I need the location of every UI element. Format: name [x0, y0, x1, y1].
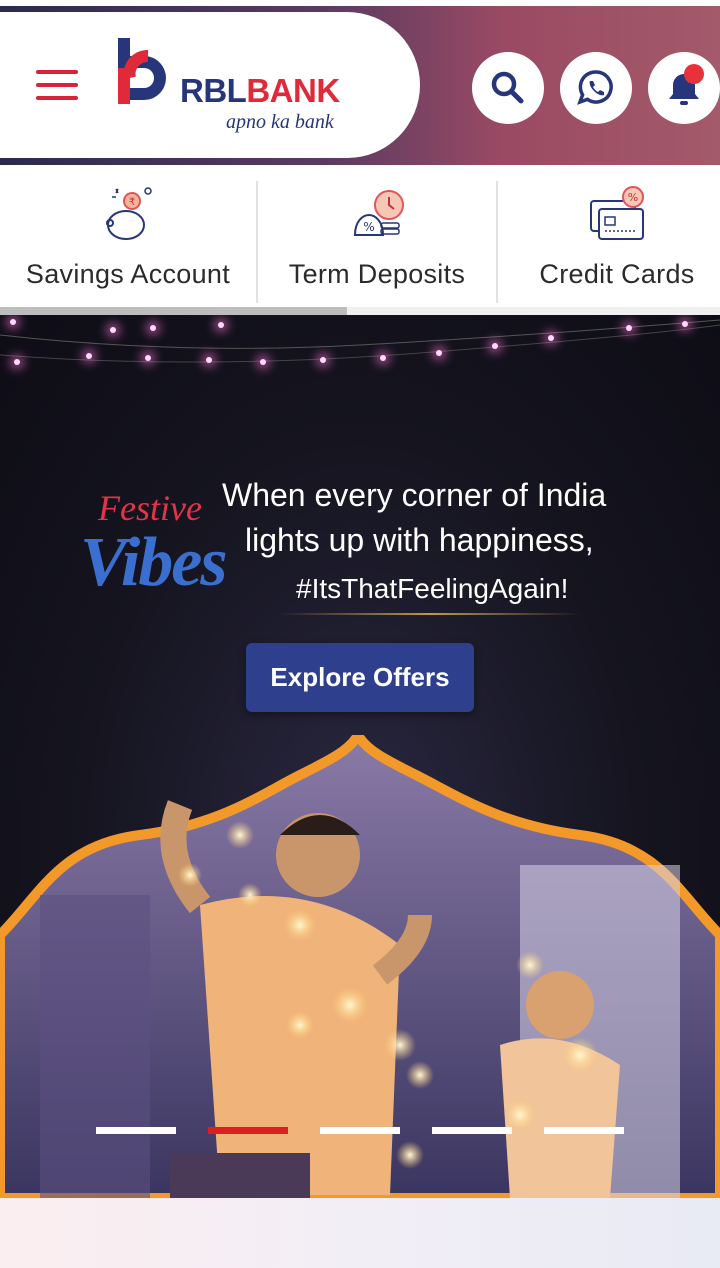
- quick-nav: ₹ Savings Account % Term Deposits % Cred…: [0, 165, 720, 315]
- carousel-indicators: [96, 1127, 636, 1135]
- whatsapp-button[interactable]: [560, 52, 632, 124]
- piggy-bank-icon: ₹: [106, 187, 152, 240]
- light-bulb: [492, 343, 498, 349]
- quick-nav-label: Credit Cards: [539, 259, 695, 289]
- carousel-dot[interactable]: [320, 1127, 400, 1134]
- light-bulb: [626, 325, 632, 331]
- quick-nav-label: Term Deposits: [288, 259, 466, 289]
- brand-name-part1: RBL: [180, 72, 247, 109]
- quick-nav-term-deposits[interactable]: % Term Deposits: [258, 165, 496, 305]
- quick-nav-credit-cards[interactable]: % Credit Cards: [498, 165, 720, 305]
- carousel-dot[interactable]: [432, 1127, 512, 1134]
- quick-nav-scrollbar[interactable]: [0, 307, 720, 315]
- svg-text:%: %: [363, 220, 374, 234]
- banner-headline-line1: When every corner of India: [222, 477, 607, 513]
- light-bulb: [145, 355, 151, 361]
- svg-text:₹: ₹: [129, 197, 135, 208]
- search-icon: [491, 71, 524, 104]
- hamburger-line: [36, 83, 78, 87]
- hamburger-menu-icon: [36, 70, 78, 74]
- explore-offers-button[interactable]: Explore Offers: [246, 643, 474, 712]
- app-header: RBLBANK apno ka bank: [0, 0, 720, 165]
- light-bulb: [436, 350, 442, 356]
- light-bulb: [110, 327, 116, 333]
- next-section-preview: [0, 1198, 720, 1268]
- light-bulb: [14, 359, 20, 365]
- notifications-button[interactable]: [648, 52, 720, 124]
- rbl-logo[interactable]: RBLBANK apno ka bank: [116, 38, 356, 138]
- hamburger-line: [36, 96, 78, 100]
- credit-card-icon: %: [590, 186, 644, 240]
- light-bulb: [320, 357, 326, 363]
- string-lights: [0, 319, 720, 363]
- light-bulb: [218, 322, 224, 328]
- svg-text:%: %: [628, 191, 638, 204]
- light-bulb: [10, 319, 16, 325]
- deposit-clock-icon: %: [353, 190, 404, 236]
- carousel-dot-active[interactable]: [208, 1127, 288, 1134]
- light-bulb: [380, 355, 386, 361]
- whatsapp-icon: [577, 70, 613, 105]
- light-bulb: [86, 353, 92, 359]
- scrollbar-thumb[interactable]: [0, 307, 347, 315]
- quick-nav-savings-account[interactable]: ₹ Savings Account: [0, 165, 256, 305]
- brand-name-part2: BANK: [246, 72, 340, 109]
- light-bulb: [682, 321, 688, 327]
- banner-headline-line2: lights up with happiness,: [245, 522, 594, 558]
- banner-hashtag: #ItsThatFeelingAgain!: [296, 573, 569, 604]
- menu-button[interactable]: [36, 70, 78, 102]
- notification-badge: [684, 64, 704, 84]
- promo-banner[interactable]: Festive Vibes When every corner of India…: [0, 315, 720, 1198]
- badge-line2: Vibes: [80, 524, 228, 601]
- light-bulb: [206, 357, 212, 363]
- light-bulb: [150, 325, 156, 331]
- carousel-dot[interactable]: [544, 1127, 624, 1134]
- search-button[interactable]: [472, 52, 544, 124]
- brand-name: RBLBANK: [180, 72, 340, 110]
- brand-tagline: apno ka bank: [226, 111, 334, 133]
- decorative-rule: [280, 613, 580, 615]
- light-bulb: [548, 335, 554, 341]
- carousel-dot[interactable]: [96, 1127, 176, 1134]
- light-bulb: [260, 359, 266, 365]
- quick-nav-label: Savings Account: [25, 259, 231, 289]
- rbl-logo-mark-icon: [118, 38, 166, 104]
